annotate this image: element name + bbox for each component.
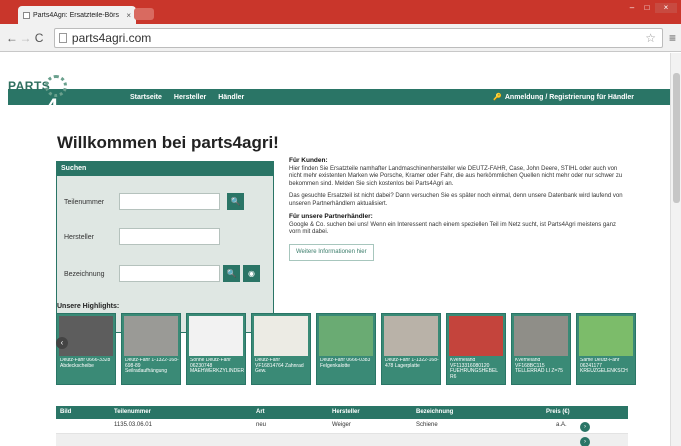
highlight-item[interactable]: Kverneland VF168BC115 TELLERRAD LI Z=75	[511, 313, 571, 385]
highlight-item[interactable]: Sonne Deutz-Fahr 06230748 MAEHWERKZYLIND…	[186, 313, 246, 385]
col-art: Art	[256, 409, 265, 415]
table-header: Bild Teilenummer Art Hersteller Bezeichn…	[56, 406, 628, 419]
nav-haendler[interactable]: Händler	[218, 94, 244, 101]
search-partnumber-button[interactable]: 🔍	[227, 193, 244, 210]
highlight-item[interactable]: Deutz-Fahr 0666-0383 Felgenkalotte	[316, 313, 376, 385]
highlight-item[interactable]: Same Deutz-Fahr 06241177 KREUZGELENKSCH	[576, 313, 636, 385]
reload-icon[interactable]: C	[32, 31, 46, 45]
go-arrow-icon[interactable]: ›	[580, 422, 590, 432]
partners-heading: Für unsere Partnerhändler:	[289, 213, 373, 220]
login-link[interactable]: 🔑 Anmeldung / Registrierung für Händler	[493, 89, 634, 105]
search-field-manufacturer: Hersteller	[57, 228, 273, 246]
product-image	[514, 316, 568, 356]
partners-text: Google & Co. suchen bei uns! Wenn ein In…	[289, 221, 616, 236]
search-field-description: Bezeichnung 🔍 ◉	[57, 265, 273, 283]
missing-part-text: Das gesuchte Ersatzteil ist nicht dabei?…	[289, 193, 623, 207]
highlight-caption: Kverneland VF113316080120 FUEHRUNGSHEBEL…	[450, 358, 498, 380]
product-image	[254, 316, 308, 356]
highlight-caption: Deutz-Fahr 0666-0383 Felgenkalotte	[320, 358, 371, 369]
col-hersteller: Hersteller	[332, 409, 360, 415]
highlight-caption: Deutz-Fahr VF16814764 Zahnrad Gew.	[255, 358, 304, 375]
highlight-item[interactable]: Kverneland VF113316080120 FUEHRUNGSHEBEL…	[446, 313, 506, 385]
description-label: Bezeichnung	[64, 271, 105, 278]
cell-part: 1135.03.06.01	[114, 422, 152, 428]
browser-tab[interactable]: Parts4Agri: Ersatzteile-Börs ×	[18, 6, 136, 24]
nav-hersteller[interactable]: Hersteller	[174, 94, 206, 101]
window-controls: – □ ×	[625, 3, 677, 13]
partnumber-label: Teilenummer	[64, 199, 105, 206]
highlights-carousel: Deutz-Fahr 0666-3328 Abdeckscheibe Deutz…	[56, 313, 636, 385]
search-panel-title: Suchen	[57, 162, 273, 176]
forward-arrow-icon[interactable]: →	[19, 31, 33, 45]
customers-text: Hier finden Sie Ersatzteile namhafter La…	[289, 165, 623, 187]
browser-toolbar: ← → C parts4agri.com ☆ ≡	[0, 24, 681, 52]
table-row[interactable]: ›	[56, 434, 628, 446]
col-teilenummer: Teilenummer	[114, 409, 151, 415]
highlights-title: Unsere Highlights:	[57, 303, 120, 310]
more-info-button[interactable]: Weitere Informationen hier	[289, 243, 374, 261]
product-image	[449, 316, 503, 356]
manufacturer-input[interactable]	[119, 228, 220, 245]
col-bild: Bild	[60, 409, 72, 415]
col-bezeichnung: Bezeichnung	[416, 409, 454, 415]
minimize-button[interactable]: –	[625, 3, 639, 13]
tab-close-icon[interactable]: ×	[126, 11, 131, 20]
product-image	[319, 316, 373, 356]
highlight-caption: Kverneland VF168BC115 TELLERRAD LI Z=75	[515, 358, 563, 375]
web-page: Startseite Hersteller Händler 🔑 Anmeldun…	[0, 53, 670, 446]
highlight-item[interactable]: Deutz-Fahr 0666-3328 Abdeckscheibe	[56, 313, 116, 385]
page-title: Willkommen bei parts4agri!	[57, 133, 279, 152]
scrollbar-thumb[interactable]	[673, 73, 680, 203]
page-favicon-icon	[23, 11, 30, 19]
search-field-partnumber: Teilenummer 🔍	[57, 193, 273, 211]
nav-startseite[interactable]: Startseite	[130, 94, 162, 101]
close-window-button[interactable]: ×	[655, 3, 677, 13]
manufacturer-label: Hersteller	[64, 234, 94, 241]
highlight-caption: Sonne Deutz-Fahr 06230748 MAEHWERKZYLIND…	[190, 358, 244, 375]
logo-parts-text: PARTS	[8, 79, 51, 93]
url-text: parts4agri.com	[71, 30, 152, 45]
cell-maker: Weiger	[332, 422, 351, 428]
product-image	[59, 316, 113, 356]
tab-title: Parts4Agri: Ersatzteile-Börs	[33, 11, 119, 19]
col-preis: Preis (€)	[546, 409, 570, 415]
browser-titlebar: Parts4Agri: Ersatzteile-Börs × – □ ×	[0, 0, 681, 24]
product-image	[124, 316, 178, 356]
address-bar[interactable]: parts4agri.com ☆	[53, 27, 663, 48]
product-image	[189, 316, 243, 356]
highlight-caption: Deutz-Fahr 1-1322-168-478 Lagerplatte	[385, 358, 439, 369]
cell-type: neu	[256, 422, 267, 428]
highlight-caption: Deutz-Fahr 0666-3328 Abdeckscheibe	[60, 358, 111, 369]
login-label: Anmeldung / Registrierung für Händler	[504, 93, 634, 101]
back-arrow-icon[interactable]: ←	[5, 31, 19, 45]
key-icon: 🔑	[493, 94, 502, 101]
parts-table: Bild Teilenummer Art Hersteller Bezeichn…	[56, 406, 628, 446]
product-image	[579, 316, 633, 356]
page-scrollbar[interactable]	[670, 53, 681, 446]
cell-price: a.A.	[556, 422, 567, 428]
info-text-block: Für Kunden: Hier finden Sie Ersatzteile …	[289, 157, 623, 261]
search-description-button[interactable]: 🔍	[223, 265, 240, 282]
partnumber-input[interactable]	[119, 193, 220, 210]
highlight-item[interactable]: Deutz-Fahr 1-1322-168-698-89 Seilradaufh…	[121, 313, 181, 385]
site-logo[interactable]: PARTS 4 AGRI	[8, 73, 118, 145]
bookmark-star-icon[interactable]: ☆	[645, 31, 656, 45]
reset-button[interactable]: ◉	[243, 265, 260, 282]
highlight-caption: Same Deutz-Fahr 06241177 KREUZGELENKSCH	[580, 358, 628, 375]
go-arrow-icon[interactable]: ›	[580, 437, 590, 446]
new-tab-button[interactable]	[134, 8, 154, 20]
highlight-item[interactable]: Deutz-Fahr 1-1322-168-478 Lagerplatte	[381, 313, 441, 385]
maximize-button[interactable]: □	[640, 3, 654, 13]
customers-heading: Für Kunden:	[289, 157, 328, 164]
highlight-item[interactable]: Deutz-Fahr VF16814764 Zahnrad Gew.	[251, 313, 311, 385]
cell-name: Schiene	[416, 422, 438, 428]
main-nav: Startseite Hersteller Händler	[130, 89, 244, 105]
page-icon	[58, 32, 67, 43]
highlight-caption: Deutz-Fahr 1-1322-168-698-89 Seilradaufh…	[125, 358, 179, 375]
table-row[interactable]: 1135.03.06.01 neu Weiger Schiene a.A. ›	[56, 419, 628, 434]
carousel-prev-icon[interactable]: ‹	[56, 337, 68, 349]
browser-menu-icon[interactable]: ≡	[669, 31, 676, 45]
product-image	[384, 316, 438, 356]
description-input[interactable]	[119, 265, 220, 282]
